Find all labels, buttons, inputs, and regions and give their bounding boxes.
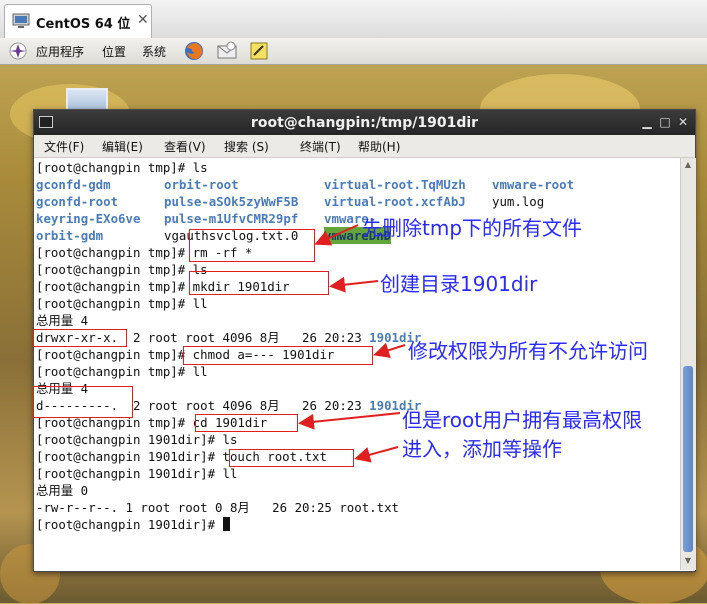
menu-terminal[interactable]: 终端(T) <box>300 138 341 155</box>
annotation-box <box>33 386 133 418</box>
terminal-title: root@changpin:/tmp/1901dir <box>250 115 479 131</box>
minimize-icon[interactable]: ▁ <box>639 114 655 130</box>
scroll-down-icon[interactable]: ▼ <box>683 556 693 566</box>
annotation-box <box>33 329 127 347</box>
ls-entry: orbit-gdm <box>36 228 104 243</box>
terminal-menubar: 文件(F) 编辑(E) 查看(V) 搜索 (S) 终端(T) 帮助(H) <box>34 135 695 158</box>
vm-tab-label: CentOS 64 位 <box>36 17 131 32</box>
terminal-line: 总用量 4 <box>36 313 89 328</box>
ls-entry: pulse-m1UfvCMR29pf <box>164 211 299 226</box>
vm-icon <box>12 13 30 28</box>
scroll-thumb[interactable] <box>683 366 693 552</box>
terminal-line: [root@changpin tmp]# ls <box>36 262 208 277</box>
maximize-icon[interactable]: □ <box>657 114 673 130</box>
places-menu[interactable]: 位置 <box>102 43 126 60</box>
ls-entry: keyring-EXo6ve <box>36 211 141 226</box>
annotation-text: 但是root用户拥有最高权限 <box>402 408 643 432</box>
terminal-prompt[interactable]: [root@changpin 1901dir]# <box>36 516 230 533</box>
menu-file[interactable]: 文件(F) <box>44 138 84 155</box>
prompt-text: [root@changpin 1901dir]# <box>36 517 223 532</box>
menu-view[interactable]: 查看(V) <box>164 138 206 155</box>
ls-entry: yum.log <box>492 194 545 209</box>
terminal-line: 总用量 0 <box>36 483 89 498</box>
terminal-titlebar[interactable]: root@changpin:/tmp/1901dir ▁ □ ✕ <box>34 110 695 135</box>
annotation-text: 先删除tmp下的所有文件 <box>362 216 583 240</box>
annotation-box <box>189 229 315 262</box>
firefox-icon[interactable] <box>183 40 205 62</box>
annotation-box <box>189 271 329 295</box>
top-panel: 应用程序 位置 系统 <box>0 38 707 65</box>
menu-edit[interactable]: 编辑(E) <box>102 138 143 155</box>
annotation-text: 修改权限为所有不允许访问 <box>408 339 648 363</box>
ls-entry: vmware-root <box>492 177 575 192</box>
vm-tab-bar: CentOS 64 位 ✕ <box>0 0 707 39</box>
close-window-icon[interactable]: ✕ <box>675 114 691 130</box>
terminal-line: -rw-r--r--. 1 root root 0 8月 26 20:25 ro… <box>36 500 400 515</box>
annotation-text: 进入，添加等操作 <box>402 437 562 461</box>
foot-logo-icon <box>9 42 27 60</box>
annotation-box <box>183 346 373 365</box>
terminal-line: gconfd-root pulse-aSOk5zyWwF5B virtual-r… <box>36 193 676 210</box>
ls-entry: gconfd-root <box>36 194 119 209</box>
menu-help[interactable]: 帮助(H) <box>358 138 400 155</box>
terminal-line: [root@changpin 1901dir]# ls <box>36 432 238 447</box>
ls-entry: pulse-aSOk5zyWwF5B <box>164 194 299 209</box>
annotation-box <box>195 414 298 432</box>
ls-entry: orbit-root <box>164 177 239 192</box>
ls-entry: virtual-root.TqMUzh <box>324 177 466 192</box>
menu-search[interactable]: 搜索 (S) <box>224 138 269 155</box>
system-menu[interactable]: 系统 <box>142 43 166 60</box>
terminal-line: [root@changpin tmp]# ls <box>36 160 208 175</box>
text-cursor <box>222 517 230 531</box>
mail-icon[interactable] <box>216 40 238 62</box>
terminal-line: [root@changpin tmp]# ll <box>36 364 208 379</box>
annotation-text: 创建目录1901dir <box>380 272 538 296</box>
ls-entry: virtual-root.xcfAbJ <box>324 194 466 209</box>
vm-tab[interactable]: CentOS 64 位 ✕ <box>4 4 152 38</box>
terminal-line: [root@changpin 1901dir]# ll <box>36 466 238 481</box>
notes-editor-icon[interactable] <box>248 40 270 62</box>
annotation-box <box>229 449 354 467</box>
terminal-line: [root@changpin tmp]# ll <box>36 296 208 311</box>
terminal-line: gconfd-gdm orbit-root virtual-root.TqMUz… <box>36 176 676 193</box>
scroll-up-icon[interactable]: ▲ <box>683 160 693 170</box>
ls-entry: gconfd-gdm <box>36 177 111 192</box>
close-icon[interactable]: ✕ <box>137 12 149 28</box>
vertical-scrollbar[interactable]: ▲ ▼ <box>680 158 696 570</box>
applications-menu[interactable]: 应用程序 <box>36 43 84 60</box>
